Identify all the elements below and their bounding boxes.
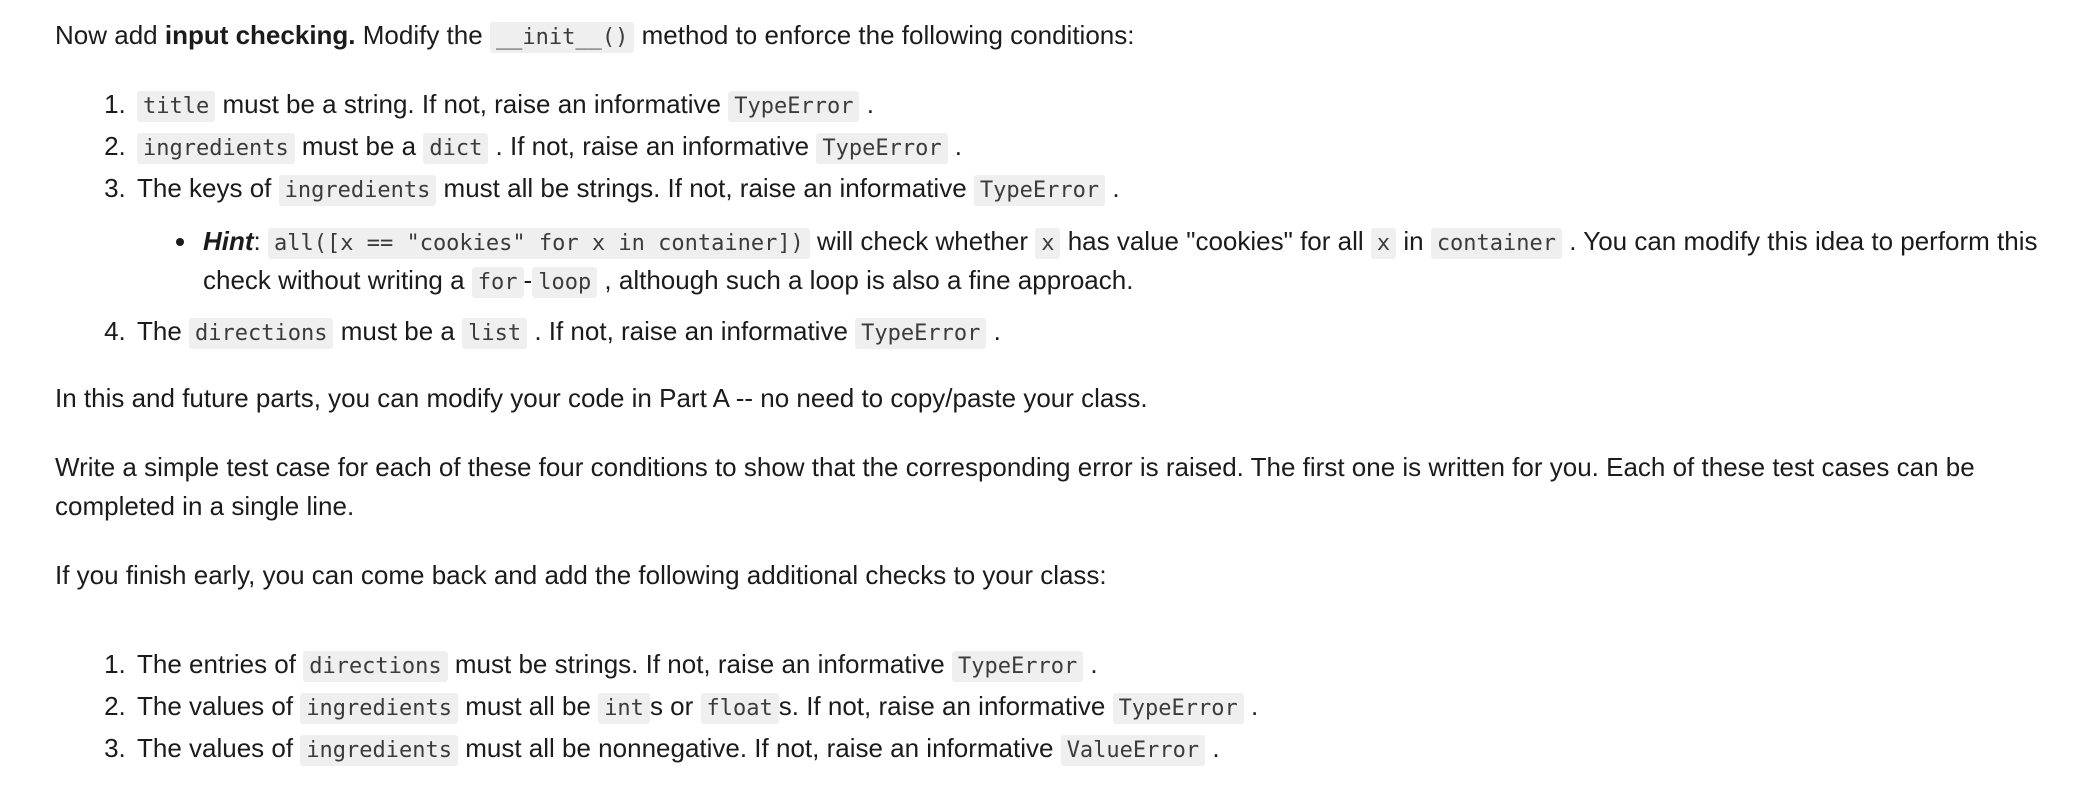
intro-middle-text: Modify the <box>355 20 490 50</box>
condition3-text-c: . <box>1105 173 1120 203</box>
code-typeerror: TypeError <box>1112 693 1244 724</box>
code-ingredients: ingredients <box>300 693 459 724</box>
list-item: The directions must be a list . If not, … <box>133 312 2045 351</box>
extra2-text-b: must all be <box>458 691 599 721</box>
list-item: title must be a string. If not, raise an… <box>133 85 2045 124</box>
code-typeerror: TypeError <box>816 133 948 164</box>
modify-note-paragraph: In this and future parts, you can modify… <box>55 383 1148 413</box>
condition1-text-a: must be a string. If not, raise an infor… <box>215 89 729 119</box>
finish-early-paragraph: If you finish early, you can come back a… <box>55 560 1107 590</box>
modify-note-block: In this and future parts, you can modify… <box>55 379 2045 418</box>
hint-hyphen: - <box>523 265 533 295</box>
intro-paragraph: Now add input checking. Modify the __ini… <box>55 16 2045 55</box>
code-int: int <box>598 693 650 724</box>
list-item: The keys of ingredients must all be stri… <box>133 169 2045 300</box>
hint-text-b: has value "cookies" for all <box>1060 226 1371 256</box>
intro-bold-text: input checking. <box>164 20 356 50</box>
code-x: x <box>1035 228 1061 259</box>
condition2-text-c: . <box>947 131 963 161</box>
condition2-text-a: must be a <box>294 131 424 161</box>
code-title: title <box>137 91 216 122</box>
code-directions: directions <box>189 318 334 349</box>
hint-label: Hint <box>203 226 254 256</box>
code-typeerror: TypeError <box>855 318 987 349</box>
code-ingredients: ingredients <box>278 175 437 206</box>
code-typeerror: TypeError <box>973 175 1106 206</box>
list-item: The values of ingredients must all be in… <box>133 687 2045 726</box>
instructions-page: Now add input checking. Modify the __ini… <box>0 0 2075 781</box>
condition4-text-d: . <box>986 316 1001 346</box>
condition3-text-b: must all be strings. If not, raise an in… <box>436 173 974 203</box>
code-container: container <box>1430 228 1563 259</box>
code-typeerror: TypeError <box>951 651 1084 682</box>
code-float: float <box>700 693 779 724</box>
extra2-text-e: . <box>1243 691 1259 721</box>
extra3-text-c: . <box>1205 733 1220 763</box>
extra-checks-list: The entries of directions must be string… <box>55 645 2045 768</box>
code-directions: directions <box>303 651 448 682</box>
extra3-text-b: must all be nonnegative. If not, raise a… <box>458 733 1061 763</box>
condition4-text-a: The <box>137 316 190 346</box>
code-for: for <box>471 267 524 298</box>
extra1-text-c: . <box>1083 649 1098 679</box>
extra2-text-d: s. If not, raise an informative <box>778 691 1113 721</box>
extra3-text-a: The values of <box>137 733 301 763</box>
condition4-text-b: must be a <box>333 316 463 346</box>
code-ingredients: ingredients <box>137 133 295 164</box>
list-item: ingredients must be a dict . If not, rai… <box>133 127 2045 166</box>
code-typeerror: TypeError <box>728 91 860 122</box>
list-item: The values of ingredients must all be no… <box>133 729 2045 768</box>
hint-text-c: in <box>1396 226 1431 256</box>
hint-colon: : <box>253 226 268 256</box>
extra2-text-c: s or <box>649 691 701 721</box>
condition4-text-c: . If not, raise an informative <box>527 316 856 346</box>
hint-text-e: , although such a loop is also a fine ap… <box>597 265 1134 295</box>
extra1-text-a: The entries of <box>137 649 304 679</box>
code-valueerror: ValueError <box>1060 735 1206 766</box>
extra1-text-b: must be strings. If not, raise an inform… <box>447 649 952 679</box>
code-all-comprehension: all([x == "cookies" for x in container]) <box>268 228 810 259</box>
code-list: list <box>462 318 528 349</box>
hint-list: Hint: all([x == "cookies" for x in conta… <box>137 222 2045 300</box>
hint-list-item: Hint: all([x == "cookies" for x in conta… <box>199 222 2045 300</box>
hint-text-a: will check whether <box>809 226 1036 256</box>
finish-early-block: If you finish early, you can come back a… <box>55 556 2045 595</box>
code-ingredients: ingredients <box>300 735 459 766</box>
extra2-text-a: The values of <box>137 691 301 721</box>
intro-paragraph-block: Now add input checking. Modify the __ini… <box>55 16 2045 55</box>
test-cases-block: Write a simple test case for each of the… <box>55 448 2045 526</box>
code-dict: dict <box>423 133 489 164</box>
code-init-method: __init__() <box>489 22 635 53</box>
code-loop: loop <box>532 267 598 298</box>
intro-prefix-text: Now add <box>55 20 165 50</box>
code-x: x <box>1370 228 1397 259</box>
intro-suffix-text: method to enforce the following conditio… <box>634 20 1135 50</box>
test-cases-paragraph: Write a simple test case for each of the… <box>55 452 1975 521</box>
list-item: The entries of directions must be string… <box>133 645 2045 684</box>
condition2-text-b: . If not, raise an informative <box>488 131 817 161</box>
condition3-text-a: The keys of <box>137 173 279 203</box>
condition1-text-b: . <box>859 89 874 119</box>
conditions-list: title must be a string. If not, raise an… <box>55 85 2045 351</box>
